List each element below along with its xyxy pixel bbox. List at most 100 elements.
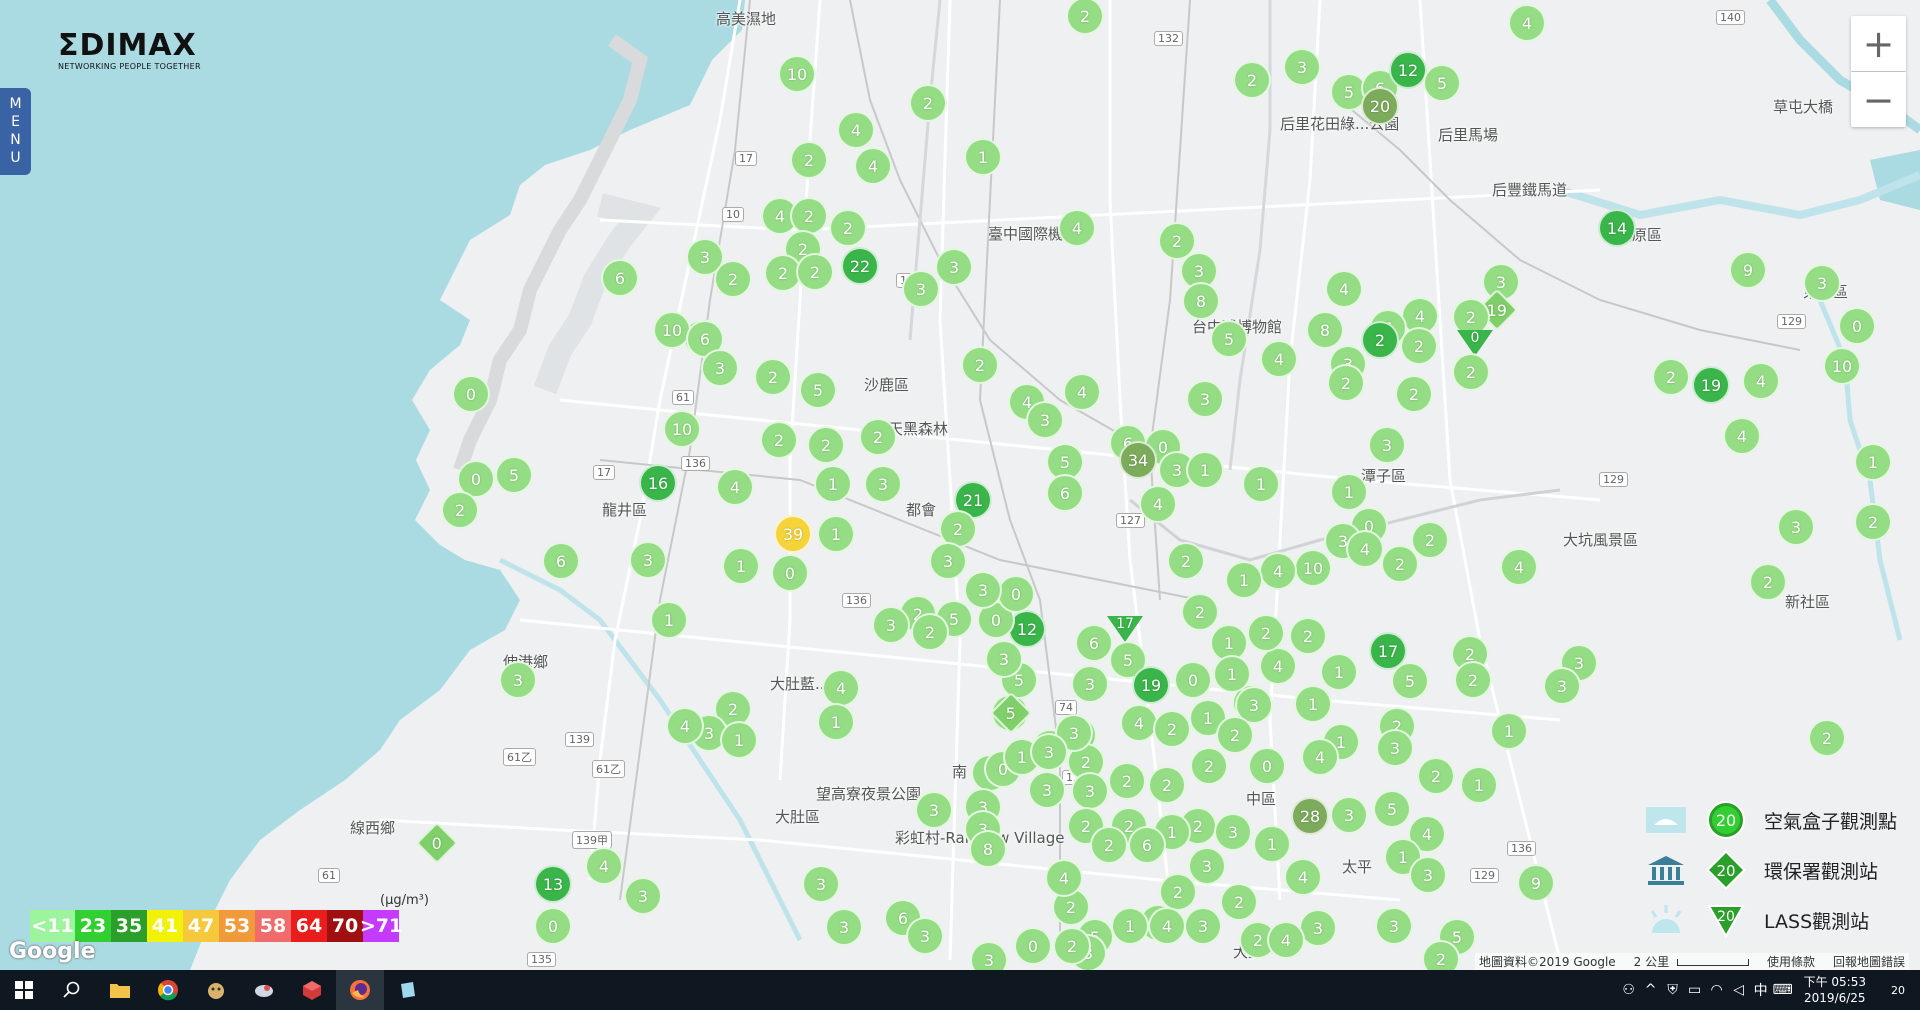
station-marker[interactable]: 0 xyxy=(997,575,1035,613)
station-marker[interactable]: 2 xyxy=(1808,719,1846,757)
station-marker[interactable]: 2 xyxy=(1181,593,1219,631)
station-marker[interactable]: 2 xyxy=(909,84,947,122)
station-marker[interactable]: 3 xyxy=(1803,264,1841,302)
station-marker[interactable]: 10 xyxy=(1823,347,1861,385)
station-marker[interactable]: 4 xyxy=(837,111,875,149)
station-marker[interactable]: 5 xyxy=(495,456,533,494)
zoom-in-button[interactable]: + xyxy=(1851,16,1906,71)
station-marker[interactable]: 0 xyxy=(452,375,490,413)
station-marker[interactable]: 4 xyxy=(1742,362,1780,400)
station-marker[interactable]: 10 xyxy=(653,311,691,349)
station-marker[interactable]: 2 xyxy=(1327,364,1365,402)
station-marker[interactable]: 3 xyxy=(1184,907,1222,945)
station-marker[interactable]: 1 xyxy=(1330,473,1368,511)
station-marker[interactable]: 2 xyxy=(1108,762,1146,800)
station-marker[interactable]: 4 xyxy=(1045,859,1083,897)
station-marker[interactable]: 1 xyxy=(722,547,760,585)
station-marker[interactable]: 4 xyxy=(1500,548,1538,586)
station-marker[interactable]: 3 xyxy=(1330,796,1368,834)
station-marker[interactable]: 3 xyxy=(825,908,863,946)
station-marker[interactable]: 1 xyxy=(964,138,1002,176)
station-marker[interactable]: 3 xyxy=(964,571,1002,609)
station-marker[interactable]: 4 xyxy=(1260,340,1298,378)
menu-button[interactable]: MENU xyxy=(0,88,31,175)
station-marker[interactable]: 2 xyxy=(961,346,999,384)
station-marker[interactable]: 6 xyxy=(1128,826,1166,864)
station-marker[interactable]: 1 xyxy=(650,601,688,639)
station-marker[interactable]: 6 xyxy=(1075,624,1113,662)
station-marker[interactable]: 3 xyxy=(902,270,940,308)
station-marker[interactable]: 3 xyxy=(1071,772,1109,810)
station-marker[interactable]: 4 xyxy=(1259,647,1297,685)
app-button-mascot[interactable] xyxy=(192,970,240,1010)
station-marker[interactable]: 2 xyxy=(1452,353,1490,391)
station-marker[interactable]: 3 xyxy=(929,542,967,580)
station-marker[interactable]: 2 xyxy=(1400,327,1438,365)
station-marker[interactable]: 3 xyxy=(1409,856,1447,894)
station-marker[interactable]: 2 xyxy=(1167,542,1205,580)
terms-link[interactable]: 使用條款 xyxy=(1767,953,1815,970)
station-marker[interactable]: 9 xyxy=(1517,864,1555,902)
station-marker[interactable]: 2 xyxy=(714,260,752,298)
station-marker[interactable]: 2 xyxy=(1652,358,1690,396)
station-marker[interactable]: 8 xyxy=(1306,311,1344,349)
station-marker[interactable]: 5 xyxy=(1391,662,1429,700)
station-marker[interactable]: 6 xyxy=(601,259,639,297)
station-marker[interactable]: 2 xyxy=(1411,521,1449,559)
station-marker[interactable]: 10 xyxy=(778,55,816,93)
station-marker[interactable]: 1 xyxy=(817,515,855,553)
station-marker[interactable]: 2 xyxy=(760,421,798,459)
station-marker[interactable]: 28 xyxy=(1291,797,1329,835)
station-marker[interactable]: 3 xyxy=(1375,907,1413,945)
station-marker[interactable]: 2 xyxy=(1422,940,1460,970)
station-marker[interactable]: 2 xyxy=(1233,61,1271,99)
station-marker[interactable]: 3 xyxy=(864,465,902,503)
station-marker[interactable]: 3 xyxy=(1028,771,1066,809)
station-marker[interactable]: 3 xyxy=(701,349,739,387)
station-marker[interactable]: 6 xyxy=(1046,474,1084,512)
station-marker[interactable]: 2 xyxy=(1454,661,1492,699)
station-marker[interactable]: 3 xyxy=(802,865,840,903)
app-button-cloud[interactable] xyxy=(240,970,288,1010)
station-marker[interactable]: 3 xyxy=(1188,847,1226,885)
station-marker[interactable]: 10 xyxy=(1294,549,1332,587)
station-marker[interactable]: 4 xyxy=(1058,209,1096,247)
station-marker[interactable]: 3 xyxy=(1283,48,1321,86)
station-marker[interactable]: 2 xyxy=(796,253,834,291)
station-marker[interactable]: 2 xyxy=(1417,757,1455,795)
station-marker[interactable]: 0 xyxy=(771,554,809,592)
station-marker[interactable]: 2 xyxy=(1053,927,1091,965)
station-marker[interactable]: 4 xyxy=(1508,4,1546,42)
station-marker[interactable]: 39 xyxy=(774,515,812,553)
station-marker[interactable]: 1 xyxy=(1294,685,1332,723)
station-marker[interactable]: 2 xyxy=(859,418,897,456)
station-marker[interactable]: 13 xyxy=(534,865,572,903)
station-marker[interactable]: 3 xyxy=(872,606,910,644)
zoom-out-button[interactable]: − xyxy=(1851,72,1906,127)
station-marker[interactable]: 14 xyxy=(1598,209,1636,247)
station-marker[interactable]: 2 xyxy=(1361,321,1399,359)
volume-icon[interactable]: ◁ xyxy=(1728,982,1750,998)
station-marker[interactable]: 3 xyxy=(499,661,537,699)
station-marker[interactable]: 2 xyxy=(1854,503,1892,541)
notification-center-button[interactable]: 20 xyxy=(1876,970,1920,1010)
station-marker[interactable]: 4 xyxy=(1063,373,1101,411)
station-marker[interactable]: 2 xyxy=(1247,614,1285,652)
station-marker[interactable]: 3 xyxy=(1368,426,1406,464)
station-marker[interactable]: 2 xyxy=(1148,766,1186,804)
station-marker[interactable]: 9 xyxy=(1729,251,1767,289)
station-marker[interactable]: 4 xyxy=(1148,907,1186,945)
station-marker[interactable]: 1 xyxy=(1320,653,1358,691)
station-marker[interactable]: 2 xyxy=(807,426,845,464)
security-shield-icon[interactable]: ⛨ xyxy=(1662,982,1684,998)
station-marker[interactable]: 1 xyxy=(1854,443,1892,481)
station-marker[interactable]: 0 xyxy=(1248,747,1286,785)
station-marker[interactable]: 4 xyxy=(716,468,754,506)
station-marker[interactable]: 4 xyxy=(1120,704,1158,742)
app-button-notes[interactable] xyxy=(384,970,432,1010)
station-marker[interactable]: 0 xyxy=(1838,307,1876,345)
ime-mode-icon[interactable]: ⌨ xyxy=(1772,982,1794,998)
station-marker[interactable]: 3 xyxy=(935,248,973,286)
station-marker[interactable]: 2 xyxy=(754,358,792,396)
station-marker[interactable]: 12 xyxy=(1389,51,1427,89)
